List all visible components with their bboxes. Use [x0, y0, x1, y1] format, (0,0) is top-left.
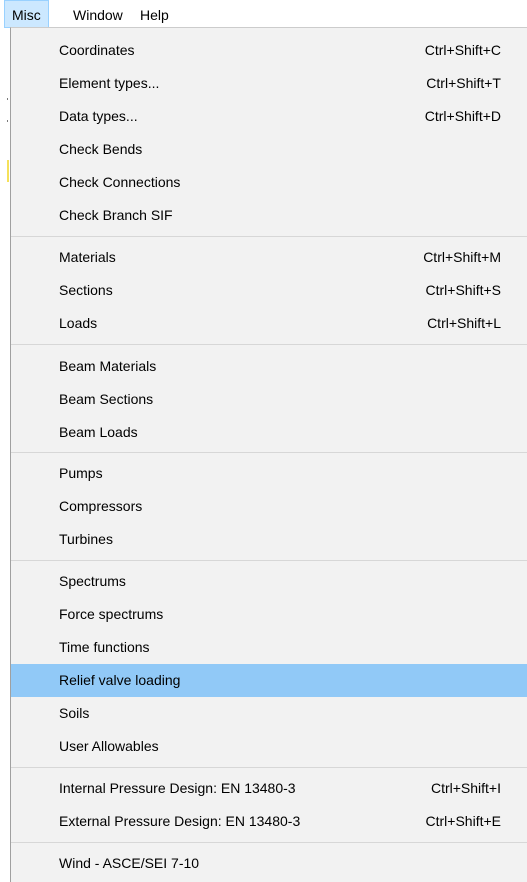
- menu-item-shortcut: Ctrl+Shift+E: [425, 813, 501, 829]
- menu-separator: [11, 452, 527, 453]
- menu-item-shortcut: Ctrl+Shift+D: [424, 108, 501, 124]
- menu-separator: [11, 344, 527, 345]
- menu-item-label: Compressors: [59, 498, 143, 514]
- menu-item-relief-valve-loading[interactable]: Relief valve loading: [11, 664, 527, 697]
- menu-item-label: Spectrums: [59, 573, 126, 589]
- menubar-window[interactable]: Window: [66, 0, 130, 28]
- menu-item-wind-asce[interactable]: Wind - ASCE/SEI 7-10: [11, 847, 527, 880]
- menu-item-shortcut: Ctrl+Shift+T: [426, 75, 501, 91]
- menu-item-label: Beam Materials: [59, 358, 157, 374]
- menu-item-shortcut: Ctrl+Shift+S: [425, 282, 501, 298]
- menubar-help[interactable]: Help: [133, 0, 176, 28]
- menu-item-force-spectrums[interactable]: Force spectrums: [11, 598, 527, 631]
- menu-item-label: Check Connections: [59, 174, 181, 190]
- menu-item-check-branch-sif[interactable]: Check Branch SIF: [11, 199, 527, 232]
- menu-item-label: Turbines: [59, 531, 113, 547]
- edge-mark: [7, 120, 8, 122]
- menu-item-shortcut: Ctrl+Shift+I: [430, 780, 501, 796]
- menu-item-compressors[interactable]: Compressors: [11, 490, 527, 523]
- background-window-edge: [0, 28, 10, 882]
- menu-item-label: Wind - ASCE/SEI 7-10: [59, 855, 200, 871]
- menu-item-user-allowables[interactable]: User Allowables: [11, 730, 527, 763]
- menu-item-external-pressure-design[interactable]: External Pressure Design: EN 13480-3 Ctr…: [11, 805, 527, 838]
- menu-item-sections[interactable]: Sections Ctrl+Shift+S: [11, 274, 527, 307]
- menu-item-label: Data types...: [59, 108, 138, 124]
- menu-separator: [11, 767, 527, 768]
- menu-item-label: Element types...: [59, 75, 160, 91]
- menu-item-spectrums[interactable]: Spectrums: [11, 565, 527, 598]
- menu-item-label: Loads: [59, 315, 98, 331]
- menu-item-loads[interactable]: Loads Ctrl+Shift+L: [11, 307, 527, 340]
- menu-item-shortcut: Ctrl+Shift+L: [427, 315, 501, 331]
- menu-item-label: External Pressure Design: EN 13480-3: [59, 813, 301, 829]
- menu-item-coordinates[interactable]: Coordinates Ctrl+Shift+C: [11, 34, 527, 67]
- menu-bar: Misc Window Help: [0, 0, 527, 28]
- menu-item-shortcut: Ctrl+Shift+C: [424, 42, 501, 58]
- menu-item-turbines[interactable]: Turbines: [11, 523, 527, 556]
- menu-item-time-functions[interactable]: Time functions: [11, 631, 527, 664]
- menu-item-label: Check Branch SIF: [59, 207, 173, 223]
- misc-dropdown-menu: Coordinates Ctrl+Shift+C Element types..…: [10, 27, 527, 882]
- menu-item-label: Sections: [59, 282, 113, 298]
- menu-item-pumps[interactable]: Pumps: [11, 457, 527, 490]
- menu-item-label: Check Bends: [59, 141, 143, 157]
- edge-mark: [7, 98, 8, 100]
- menu-item-label: Force spectrums: [59, 606, 164, 622]
- menu-item-label: Internal Pressure Design: EN 13480-3: [59, 780, 296, 796]
- menubar-misc[interactable]: Misc: [4, 0, 49, 28]
- menu-item-materials[interactable]: Materials Ctrl+Shift+M: [11, 241, 527, 274]
- menu-item-check-connections[interactable]: Check Connections: [11, 166, 527, 199]
- menu-item-data-types[interactable]: Data types... Ctrl+Shift+D: [11, 100, 527, 133]
- menu-item-label: Beam Sections: [59, 391, 154, 407]
- menu-item-label: Coordinates: [59, 42, 135, 58]
- menu-item-internal-pressure-design[interactable]: Internal Pressure Design: EN 13480-3 Ctr…: [11, 772, 527, 805]
- menu-item-label: User Allowables: [59, 738, 159, 754]
- menu-separator: [11, 236, 527, 237]
- menu-item-label: Relief valve loading: [59, 672, 181, 688]
- menu-item-soils[interactable]: Soils: [11, 697, 527, 730]
- menu-item-beam-materials[interactable]: Beam Materials: [11, 350, 527, 383]
- menu-item-shortcut: Ctrl+Shift+M: [423, 249, 501, 265]
- menu-separator: [11, 560, 527, 561]
- menu-item-check-bends[interactable]: Check Bends: [11, 133, 527, 166]
- menu-separator: [11, 842, 527, 843]
- menu-item-beam-sections[interactable]: Beam Sections: [11, 383, 527, 416]
- menu-item-label: Beam Loads: [59, 424, 138, 440]
- menu-item-label: Pumps: [59, 465, 103, 481]
- menu-item-label: Time functions: [59, 639, 150, 655]
- edge-highlight: [7, 160, 9, 182]
- menu-item-label: Soils: [59, 705, 90, 721]
- menu-item-label: Materials: [59, 249, 116, 265]
- menu-item-element-types[interactable]: Element types... Ctrl+Shift+T: [11, 67, 527, 100]
- menu-item-beam-loads[interactable]: Beam Loads: [11, 416, 527, 449]
